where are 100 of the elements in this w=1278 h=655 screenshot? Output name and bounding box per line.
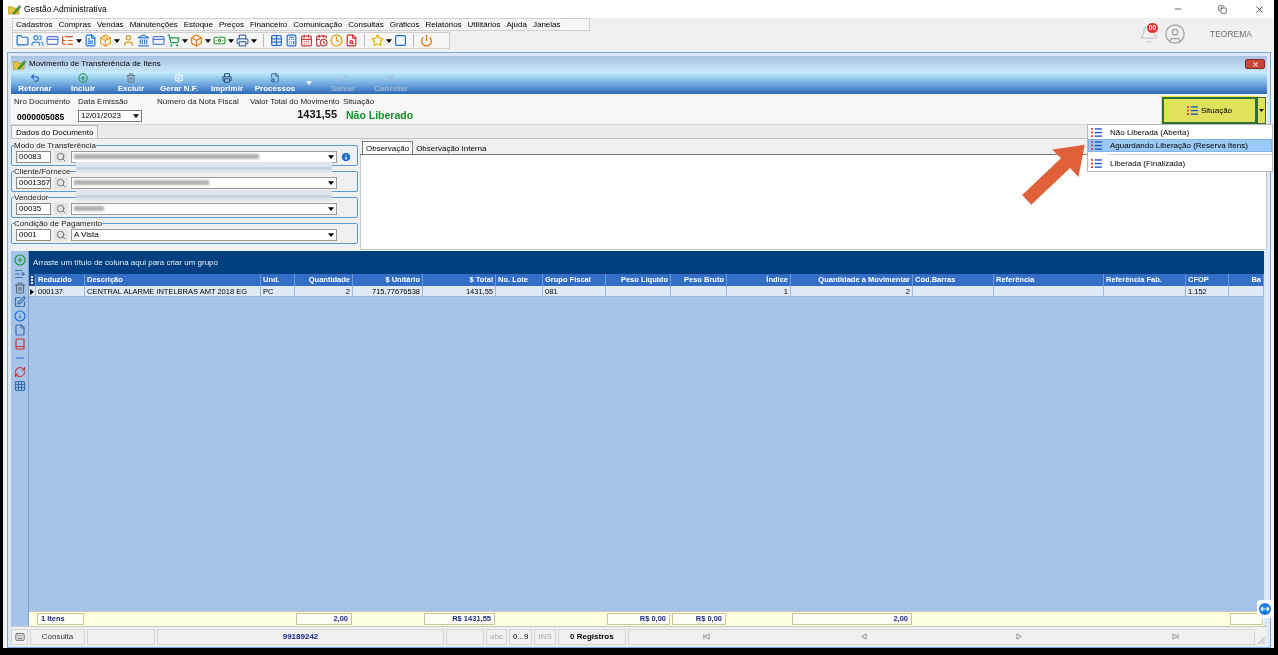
code-field[interactable]: 0001 xyxy=(16,228,51,241)
menu-item[interactable]: Preços xyxy=(219,19,244,30)
add-button[interactable]: Incluir xyxy=(59,72,107,94)
document-icon[interactable] xyxy=(84,34,97,47)
menu-item[interactable]: Estoque xyxy=(183,19,213,30)
dropdown-button[interactable] xyxy=(1257,97,1266,124)
field-label: Número da Nota Fiscal xyxy=(157,97,240,107)
printer-icon xyxy=(222,73,232,83)
menu-item[interactable]: Consultas xyxy=(348,19,384,30)
users-icon[interactable] xyxy=(31,34,44,47)
menu-item[interactable]: Janelas xyxy=(532,19,561,30)
return-button[interactable]: Retornar xyxy=(11,72,59,94)
calendar-icon[interactable] xyxy=(300,34,313,47)
menu-item[interactable]: Ajuda xyxy=(506,19,527,30)
grid-icon[interactable] xyxy=(13,380,26,392)
info-icon[interactable] xyxy=(13,310,26,322)
tab[interactable]: Observação xyxy=(362,141,414,154)
caret-icon[interactable] xyxy=(328,232,334,237)
caret-icon[interactable] xyxy=(328,154,334,159)
card-icon[interactable] xyxy=(152,34,165,47)
last-record-icon[interactable] xyxy=(1172,633,1180,640)
caret-icon[interactable] xyxy=(328,180,334,185)
next-record-icon[interactable] xyxy=(1016,633,1024,640)
code-field[interactable]: 00035 xyxy=(16,202,51,215)
caret-icon[interactable] xyxy=(205,38,211,43)
star-icon[interactable] xyxy=(371,34,384,47)
summary-cell xyxy=(1230,613,1263,625)
tab[interactable]: Dados do Documento xyxy=(11,125,99,138)
caret-icon[interactable] xyxy=(133,114,139,118)
refresh-icon[interactable] xyxy=(13,366,26,378)
pencil-icon[interactable] xyxy=(13,296,26,308)
calculator-icon[interactable] xyxy=(285,34,298,47)
menu-item[interactable]: Manutenções xyxy=(129,19,178,30)
caret-icon[interactable] xyxy=(251,38,257,43)
list-icon xyxy=(1091,141,1102,150)
date-dropdown[interactable]: 12/01/2023 xyxy=(78,110,142,122)
first-record-icon[interactable] xyxy=(703,633,711,640)
resize-grip-icon[interactable] xyxy=(1257,636,1266,645)
trash-icon[interactable] xyxy=(13,282,26,294)
folder-pen-icon xyxy=(8,3,21,15)
menu-item[interactable]: Financeiro xyxy=(249,19,288,30)
code-field[interactable]: 0001367 xyxy=(16,176,51,189)
situation-button[interactable]: Situação xyxy=(1162,97,1257,124)
undo-icon xyxy=(30,73,40,83)
generate-invoice-button[interactable]: Gerar N.F. xyxy=(155,72,203,94)
document-icon[interactable] xyxy=(13,324,26,336)
field-label: Data Emissão xyxy=(78,97,129,107)
menu-item[interactable]: Não Liberada (Aberta) xyxy=(1088,126,1272,139)
user-icon[interactable] xyxy=(1163,23,1186,45)
menu-item[interactable]: Comunicação xyxy=(293,19,343,30)
file-search-icon[interactable] xyxy=(345,34,358,47)
previous-record-icon[interactable] xyxy=(859,633,867,640)
list-icon xyxy=(1091,128,1102,137)
caret-icon[interactable] xyxy=(1259,109,1264,112)
print-button[interactable]: Imprimir xyxy=(203,72,251,94)
caret-icon[interactable] xyxy=(76,38,82,43)
plus-icon[interactable] xyxy=(13,254,26,266)
gear-icon xyxy=(174,73,184,83)
processes-button[interactable]: Processos xyxy=(251,72,299,94)
caret-icon[interactable] xyxy=(328,206,334,211)
power-icon[interactable] xyxy=(420,34,433,47)
menu-item[interactable]: Gráficos xyxy=(389,19,420,30)
edit-list-icon[interactable] xyxy=(13,268,26,280)
search-icon[interactable] xyxy=(54,176,68,189)
column-chooser[interactable] xyxy=(29,274,36,286)
printer-icon[interactable] xyxy=(236,34,249,47)
table-icon[interactable] xyxy=(270,34,283,47)
menu-item[interactable]: Relatórios xyxy=(425,19,462,30)
search-icon[interactable] xyxy=(54,202,68,215)
double-arrow-icon[interactable] xyxy=(1257,600,1273,618)
record-count: 0 Registros xyxy=(557,628,626,645)
caret-icon[interactable] xyxy=(228,38,234,43)
menu-item[interactable]: Utilitários xyxy=(467,19,501,30)
menu-item[interactable]: Compras xyxy=(58,19,91,30)
bank-icon[interactable] xyxy=(137,34,150,47)
code-field[interactable]: 00083 xyxy=(16,150,51,163)
clock-icon[interactable] xyxy=(330,34,343,47)
status-value: Não Liberado xyxy=(346,108,414,122)
card-icon[interactable] xyxy=(46,34,59,47)
menu-item[interactable]: Aguardando Liberação (Reserva Itens) xyxy=(1088,139,1272,152)
menu-item[interactable]: Vendas xyxy=(96,19,124,30)
caret-icon[interactable] xyxy=(386,38,392,43)
delete-button[interactable]: Excluir xyxy=(107,72,155,94)
field-label: Nro Documento xyxy=(14,97,72,107)
folder-icon[interactable] xyxy=(16,34,29,47)
square-icon[interactable] xyxy=(394,34,407,47)
menu-item[interactable]: Cadastros xyxy=(16,19,53,30)
blurred-text xyxy=(74,206,104,211)
menu-item[interactable]: Liberada (Finalizada) xyxy=(1088,157,1272,170)
close-button[interactable] xyxy=(1245,59,1265,69)
caret-icon[interactable] xyxy=(182,38,188,43)
group-label: Vendedor xyxy=(14,193,49,202)
search-icon[interactable] xyxy=(54,150,68,163)
calendar-clock-icon[interactable] xyxy=(315,34,328,47)
folder-pen-icon xyxy=(13,58,26,70)
book-icon[interactable] xyxy=(13,338,26,350)
search-icon[interactable] xyxy=(54,228,68,241)
caret-icon[interactable] xyxy=(114,38,120,43)
lookup-dropdown[interactable]: A Vista xyxy=(71,228,337,241)
tab[interactable]: Observação Interna xyxy=(413,143,490,154)
